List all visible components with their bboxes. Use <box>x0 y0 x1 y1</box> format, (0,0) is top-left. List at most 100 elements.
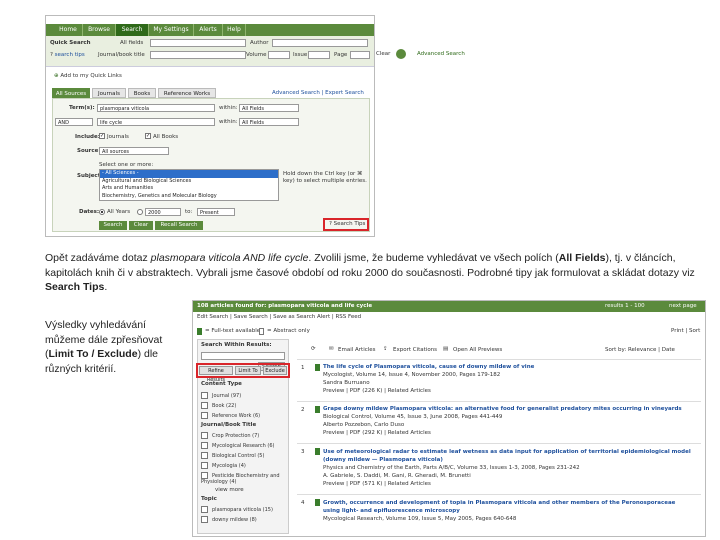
journal-title-input[interactable] <box>150 51 246 59</box>
export-citations-button[interactable]: Export Citations <box>393 347 437 353</box>
year-range-radio[interactable] <box>137 209 143 215</box>
facet-item[interactable]: plasmopara viticola (15) <box>201 506 273 513</box>
search-tips-link[interactable]: ? search tips <box>50 52 85 58</box>
within2-select[interactable]: All Fields <box>239 118 299 126</box>
result-title[interactable]: Use of meteorological radar to estimate … <box>323 448 693 464</box>
facet-item[interactable]: Mycological Research (6) <box>201 442 275 449</box>
within1-select[interactable]: All Fields <box>239 104 299 112</box>
include-journals-checkbox[interactable]: ✓ <box>99 133 105 139</box>
facet-item[interactable]: Crop Protection (7) <box>201 432 259 439</box>
subject-option[interactable]: Agricultural and Biological Sciences <box>100 178 278 186</box>
next-page-link[interactable]: next page <box>669 303 697 309</box>
all-fields-label: All fields <box>120 40 144 46</box>
quick-search-author-input[interactable] <box>272 39 368 47</box>
quick-search-all-fields-input[interactable] <box>150 39 246 47</box>
tab-reference-works[interactable]: Reference Works <box>158 88 216 98</box>
facet-label: Crop Protection (7) <box>212 433 260 439</box>
search-within-input[interactable] <box>201 352 285 360</box>
pagination: results 1 - 100 <box>605 303 645 309</box>
terms-label: Term(s): <box>69 105 95 111</box>
facet-item[interactable]: Book (22) <box>201 402 236 409</box>
facet-item[interactable]: Journal (97) <box>201 392 241 399</box>
full-text-icon <box>315 406 320 413</box>
all-years-label: All Years <box>107 209 131 215</box>
nav-tab-help[interactable]: Help <box>223 24 246 36</box>
search-button[interactable]: Search <box>99 221 127 230</box>
plus-icon: ⊕ <box>54 73 59 79</box>
subject-option[interactable]: Arts and Humanities <box>100 185 278 193</box>
volume-input[interactable] <box>268 51 290 59</box>
go-icon[interactable] <box>396 49 406 59</box>
result-author: Alberto Pozzebon, Carlo Duso <box>323 422 405 428</box>
facet-item[interactable]: Pesticide Biochemistry and Physiology (4… <box>201 472 285 485</box>
facet-label: Book (22) <box>212 403 237 409</box>
include-books-checkbox[interactable]: ✓ <box>145 133 151 139</box>
results-count: 108 articles found for: plasmopara vitic… <box>197 303 373 309</box>
tab-journals[interactable]: Journals <box>92 88 126 98</box>
facet-group-title: Topic <box>201 496 217 502</box>
qs-clear-button[interactable]: Clear <box>376 51 390 57</box>
advanced-search-link[interactable]: Advanced Search <box>417 51 465 57</box>
open-previews-button[interactable]: Open All Previews <box>453 347 502 353</box>
advanced-expert-links[interactable]: Advanced Search | Expert Search <box>272 90 364 96</box>
result-links[interactable]: Preview | PDF (571 K) | Related Articles <box>323 481 431 487</box>
quick-search-bar: Quick Search All fields Author ? search … <box>46 36 374 67</box>
explanation-paragraph-2: Výsledky vyhledávání můžeme dále zpřesňo… <box>45 318 180 376</box>
source-label: Source: <box>77 148 101 154</box>
page-label: Page <box>334 52 348 58</box>
author-label: Author <box>250 40 269 46</box>
to-label: to: <box>185 209 193 215</box>
sort-by[interactable]: Sort by: Relevance | Date <box>605 347 675 353</box>
facet-label: Mycologia (4) <box>212 463 246 469</box>
nav-tab-alerts[interactable]: Alerts <box>194 24 223 36</box>
recall-search-button[interactable]: Recall Search <box>155 221 203 230</box>
result-meta: Biological Control, Volume 45, Issue 3, … <box>323 414 503 420</box>
divider <box>297 494 701 495</box>
year-to-select[interactable]: Present <box>197 208 235 216</box>
nav-tab-search[interactable]: Search <box>116 24 149 36</box>
subject-option[interactable]: - All Sciences - <box>100 170 278 178</box>
issue-label: Issue <box>293 52 308 58</box>
email-icon: ✉ <box>329 346 334 352</box>
facet-item[interactable]: Mycologia (4) <box>201 462 246 469</box>
results-screenshot: 108 articles found for: plasmopara vitic… <box>192 300 706 537</box>
results-header-links[interactable]: Edit Search | Save Search | Save as Sear… <box>197 314 361 320</box>
page-input[interactable] <box>350 51 370 59</box>
result-title[interactable]: Grape downy mildew Plasmopara viticola: … <box>323 406 682 412</box>
tab-books[interactable]: Books <box>128 88 156 98</box>
result-title[interactable]: The life cycle of Plasmopara viticola, c… <box>323 364 534 370</box>
clear-button[interactable]: Clear <box>129 221 153 230</box>
operator-select[interactable]: AND <box>55 118 93 126</box>
view-more-link[interactable]: view more <box>215 487 244 493</box>
term1-input[interactable]: plasmopara viticola <box>97 104 215 112</box>
facet-item[interactable]: Biological Control (5) <box>201 452 264 459</box>
source-select[interactable]: All sources <box>99 147 169 155</box>
email-articles-button[interactable]: Email Articles <box>338 347 376 353</box>
nav-tab-browse[interactable]: Browse <box>83 24 116 36</box>
result-links[interactable]: Preview | PDF (292 K) | Related Articles <box>323 430 431 436</box>
print-sort[interactable]: Print | Sort <box>671 328 700 334</box>
all-years-radio[interactable] <box>99 209 105 215</box>
result-links[interactable]: Preview | PDF (226 K) | Related Articles <box>323 388 431 394</box>
nav-tab-home[interactable]: Home <box>54 24 83 36</box>
issue-input[interactable] <box>308 51 330 59</box>
facet-group-title: Journal/Book Title <box>201 422 257 428</box>
refresh-icon[interactable]: ⟳ <box>311 346 316 352</box>
search-form: Term(s): plasmopara viticola within: All… <box>52 98 370 232</box>
include-label: Include: <box>75 134 100 140</box>
add-quick-links[interactable]: ⊕ Add to my Quick Links <box>54 73 122 79</box>
result-number: 3 <box>301 449 305 455</box>
tab-all-sources[interactable]: All Sources <box>52 88 90 98</box>
term2-input[interactable]: life cycle <box>97 118 215 126</box>
divider <box>297 401 701 402</box>
help-icon: ? <box>50 52 53 58</box>
subject-option[interactable]: Biochemistry, Genetics and Molecular Bio… <box>100 193 278 201</box>
year-from-select[interactable]: 2000 <box>145 208 181 216</box>
abstract-icon <box>259 328 264 335</box>
result-title[interactable]: Growth, occurrence and development of to… <box>323 499 693 515</box>
facet-item[interactable]: Reference Work (6) <box>201 412 260 419</box>
nav-tab-my-settings[interactable]: My Settings <box>149 24 194 36</box>
subject-list[interactable]: - All Sciences - Agricultural and Biolog… <box>99 169 279 201</box>
facet-item[interactable]: downy mildew (8) <box>201 516 257 523</box>
dates-label: Dates: <box>79 209 100 215</box>
